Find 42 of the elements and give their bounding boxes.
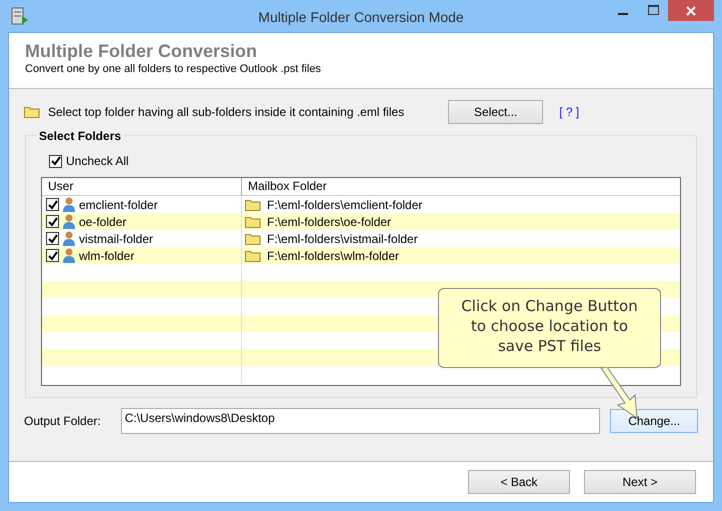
field-label: Output Folder: <box>24 413 101 430</box>
user-icon <box>62 197 76 212</box>
close-icon <box>686 6 696 16</box>
folder-path: F:\eml-folders\emclient-folder <box>267 196 422 214</box>
folder-path: F:\eml-folders\vistmail-folder <box>267 230 418 248</box>
help-link[interactable]: [ ? ] <box>559 103 580 121</box>
checkbox[interactable] <box>46 198 59 211</box>
user-name: emclient-folder <box>79 196 158 214</box>
checkbox[interactable] <box>46 249 59 262</box>
user-name: vistmail-folder <box>79 230 154 248</box>
next-button[interactable]: Next > <box>584 470 696 494</box>
minimize-icon <box>618 12 628 14</box>
page-heading: Multiple Folder Conversion <box>25 40 258 62</box>
window-title: Multiple Folder Conversion Mode <box>258 8 464 27</box>
checkbox[interactable] <box>46 232 59 245</box>
folder-icon <box>245 198 261 210</box>
folder-icon <box>245 250 261 262</box>
user-name: wlm-folder <box>79 248 134 264</box>
maximize-icon <box>648 5 658 15</box>
folder-icon <box>24 106 40 118</box>
folder-icon <box>245 232 261 244</box>
column-header: Mailbox Folder <box>247 178 327 195</box>
folder-icon <box>245 216 261 228</box>
instruction-text: Select top folder having all sub-folders inside it containing .eml files <box>48 104 404 121</box>
change-button[interactable]: Change... <box>610 409 698 433</box>
checkbox-label[interactable]: Uncheck All <box>66 152 129 170</box>
user-icon <box>62 214 76 229</box>
tooltip-callout: Click on Change Button to choose location to save PST files <box>438 288 661 368</box>
checkbox[interactable] <box>46 215 59 228</box>
close-button[interactable] <box>668 0 714 21</box>
select-button[interactable]: Select... <box>448 100 544 124</box>
checkbox[interactable] <box>49 154 62 168</box>
page-subtitle: Convert one by one all folders to respective Outlook .pst files <box>25 62 322 76</box>
user-icon <box>62 231 76 246</box>
column-header: User <box>42 178 242 195</box>
back-button[interactable]: < Back <box>468 470 570 494</box>
output-folder-field[interactable]: C:\Users\windows8\Desktop <box>120 408 600 434</box>
folder-path: F:\eml-folders\wlm-folder <box>267 248 400 264</box>
user-name: oe-folder <box>79 214 126 230</box>
user-icon <box>62 248 76 263</box>
folder-path: F:\eml-folders\oe-folder <box>267 214 392 230</box>
app-icon <box>10 7 28 25</box>
